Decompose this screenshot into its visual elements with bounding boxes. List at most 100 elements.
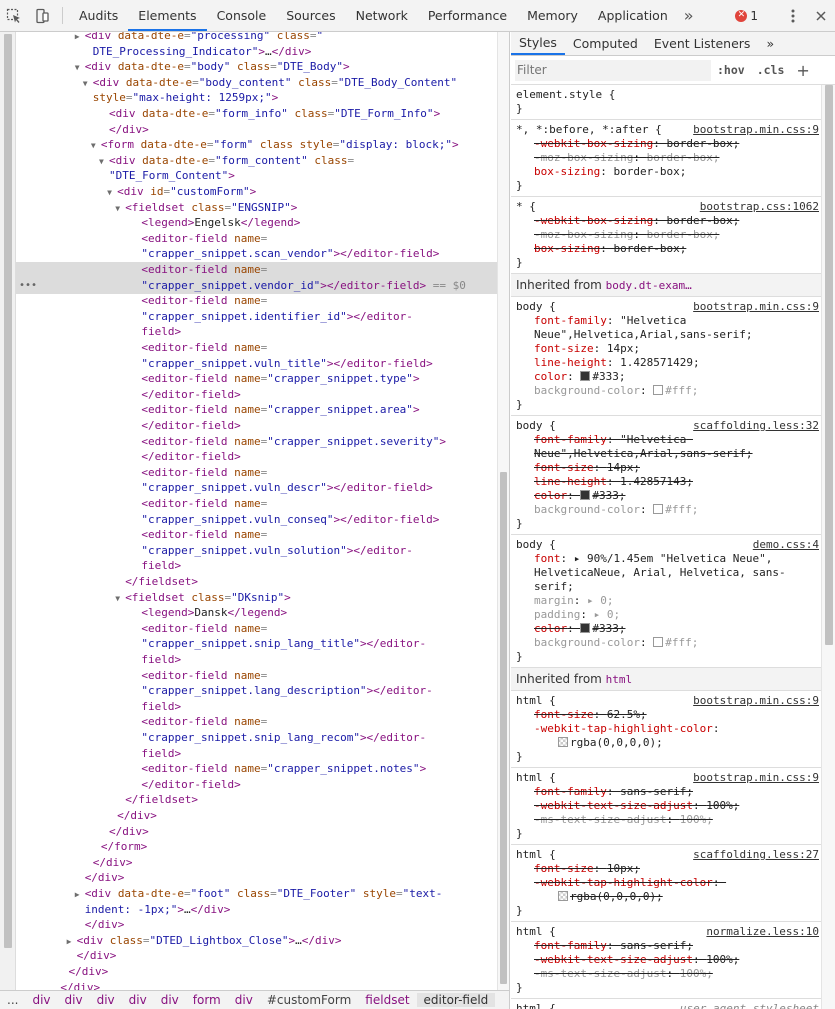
- collapse-triangle-icon[interactable]: ▼: [115, 591, 125, 606]
- rule-source-link[interactable]: bootstrap.min.css:9: [693, 123, 821, 137]
- css-declaration[interactable]: background-color: #fff;: [516, 384, 821, 398]
- dom-node-line[interactable]: "crapper_snippet.vuln_descr"></editor-fi…: [16, 480, 497, 496]
- color-swatch-icon[interactable]: [580, 371, 591, 381]
- rule-source-link[interactable]: normalize.less:10: [706, 925, 821, 939]
- css-declaration[interactable]: -webkit-box-sizing: border-box;: [516, 137, 821, 151]
- css-declaration[interactable]: -webkit-text-size-adjust: 100%;: [516, 799, 821, 813]
- dom-node-line[interactable]: ▼ <fieldset class="ENGSNIP">: [16, 200, 497, 216]
- style-rule[interactable]: body {bootstrap.min.css:9 font-family: "H…: [511, 297, 821, 416]
- color-swatch-icon[interactable]: [558, 737, 568, 747]
- collapse-triangle-icon[interactable]: ▼: [75, 60, 85, 75]
- dom-node-line[interactable]: ▼ <div data-dte-e="body" class="DTE_Body"…: [16, 59, 497, 75]
- dom-node-line[interactable]: field>: [16, 699, 497, 715]
- dom-node-line[interactable]: </div>: [16, 122, 497, 138]
- dom-node-line[interactable]: ▼ <div data-dte-e="body_content" class="D…: [16, 75, 497, 91]
- color-swatch-icon[interactable]: [558, 891, 568, 901]
- style-rule[interactable]: body {demo.css:4 font: ▸ 90%/1.45em "Helv…: [511, 535, 821, 668]
- dom-node-line[interactable]: "crapper_snippet.snip_lang_recom"></edit…: [16, 730, 497, 746]
- styles-scrollbar-thumb[interactable]: [825, 85, 833, 645]
- rule-source-link[interactable]: scaffolding.less:27: [693, 848, 821, 862]
- tab-application[interactable]: Application: [588, 0, 678, 31]
- rule-source-link[interactable]: demo.css:4: [753, 538, 821, 552]
- dom-node-line[interactable]: field>: [16, 652, 497, 668]
- dom-node-line[interactable]: <div data-dte-e="form_info" class="DTE_F…: [16, 106, 497, 122]
- expand-triangle-icon[interactable]: ▶: [75, 32, 85, 44]
- collapse-triangle-icon[interactable]: ▼: [91, 138, 101, 153]
- rule-source-link[interactable]: bootstrap.min.css:9: [693, 694, 821, 708]
- dom-node-line[interactable]: <editor-field name=: [16, 527, 497, 543]
- dom-node-line[interactable]: </fieldset>: [16, 792, 497, 808]
- dom-node-line[interactable]: </editor-field>: [16, 418, 497, 434]
- dom-node-line[interactable]: "crapper_snippet.scan_vendor"></editor-f…: [16, 246, 497, 262]
- dom-node-selected[interactable]: ••• "crapper_snippet.vendor_id"></editor-…: [16, 277, 497, 294]
- dom-node-line[interactable]: ▼ <div id="customForm">: [16, 184, 497, 200]
- css-declaration[interactable]: font-size: 62.5%;: [516, 708, 821, 722]
- css-declaration[interactable]: -webkit-tap-highlight-color: rgba(0,0,0,…: [516, 722, 821, 750]
- collapse-triangle-icon[interactable]: ▼: [115, 201, 125, 216]
- rule-source-link[interactable]: bootstrap.min.css:9: [693, 771, 821, 785]
- left-scrollbar-thumb[interactable]: [4, 34, 12, 948]
- dom-node-line[interactable]: </div>: [16, 855, 497, 871]
- breadcrumb-item[interactable]: div: [90, 993, 122, 1007]
- dom-node-line[interactable]: "crapper_snippet.identifier_id"></editor…: [16, 309, 497, 325]
- dom-node-line[interactable]: field>: [16, 558, 497, 574]
- dom-node-line[interactable]: </div>: [16, 870, 497, 886]
- sidebar-tab-event-listeners[interactable]: Event Listeners: [646, 32, 759, 55]
- css-declaration[interactable]: color: #333;: [516, 489, 821, 503]
- css-declaration[interactable]: font-size: 10px;: [516, 862, 821, 876]
- dom-node-line[interactable]: </editor-field>: [16, 449, 497, 465]
- css-declaration[interactable]: margin: ▸ 0;: [516, 594, 821, 608]
- breadcrumb-item[interactable]: div: [154, 993, 186, 1007]
- css-declaration[interactable]: -moz-box-sizing: border-box;: [516, 151, 821, 165]
- breadcrumb-item[interactable]: editor-field: [416, 993, 496, 1007]
- dom-node-line[interactable]: ▶ <div class="DTED_Lightbox_Close">…</div…: [16, 933, 497, 949]
- css-declaration[interactable]: font-size: 14px;: [516, 461, 821, 475]
- dom-node-line[interactable]: </fieldset>: [16, 574, 497, 590]
- css-declaration[interactable]: color: #333;: [516, 622, 821, 636]
- dom-node-line[interactable]: "DTE_Form_Content">: [16, 168, 497, 184]
- breadcrumb-item[interactable]: #customForm: [260, 993, 358, 1007]
- dom-node-line[interactable]: field>: [16, 324, 497, 340]
- inherited-selector[interactable]: body.dt-exam…: [606, 279, 692, 292]
- color-swatch-icon[interactable]: [653, 637, 664, 647]
- style-rule[interactable]: body {scaffolding.less:32 font-family: "H…: [511, 416, 821, 535]
- styles-filter-input[interactable]: [515, 59, 711, 81]
- dom-tree[interactable]: ▶ <div data-dte-e="processing" class=" DTE…: [16, 32, 497, 990]
- dom-tree-scrollbar[interactable]: [497, 32, 509, 990]
- css-declaration[interactable]: font-family: "Helvetica Neue",Helvetica,…: [516, 314, 821, 342]
- dom-node-line[interactable]: <editor-field name=: [16, 621, 497, 637]
- close-icon[interactable]: [807, 10, 835, 21]
- breadcrumb-item[interactable]: div: [228, 993, 260, 1007]
- css-declaration[interactable]: -moz-box-sizing: border-box;: [516, 228, 821, 242]
- dom-node-line[interactable]: <editor-field name=: [16, 340, 497, 356]
- more-tabs-chevron-icon[interactable]: »: [678, 0, 700, 31]
- dom-node-line[interactable]: </editor-field>: [16, 387, 497, 403]
- style-rule[interactable]: *, *:before, *:after {bootstrap.min.css:…: [511, 120, 821, 197]
- dom-node-line[interactable]: field>: [16, 746, 497, 762]
- dom-node-line[interactable]: </div>: [16, 824, 497, 840]
- styles-scrollbar[interactable]: [821, 85, 835, 1009]
- css-declaration[interactable]: -webkit-tap-highlight-color: rgba(0,0,0,…: [516, 876, 821, 904]
- more-sidebar-tabs-chevron-icon[interactable]: »: [758, 32, 782, 55]
- sidebar-tab-styles[interactable]: Styles: [511, 32, 565, 55]
- color-swatch-icon[interactable]: [653, 385, 664, 395]
- color-swatch-icon[interactable]: [580, 623, 591, 633]
- dom-node-line[interactable]: <editor-field name=: [16, 714, 497, 730]
- breadcrumb-item[interactable]: div: [25, 993, 57, 1007]
- dom-node-line[interactable]: "crapper_snippet.lang_description"></edi…: [16, 683, 497, 699]
- dom-node-line[interactable]: <editor-field name="crapper_snippet.area…: [16, 402, 497, 418]
- css-declaration[interactable]: line-height: 1.428571429;: [516, 356, 821, 370]
- inherited-selector[interactable]: html: [606, 673, 633, 686]
- tab-audits[interactable]: Audits: [69, 0, 128, 31]
- hover-state-toggle[interactable]: :hov: [711, 63, 751, 77]
- breadcrumb-item[interactable]: fieldset: [358, 993, 416, 1007]
- css-declaration[interactable]: line-height: 1.42857143;: [516, 475, 821, 489]
- expand-triangle-icon[interactable]: ▶: [75, 887, 85, 902]
- dom-node-line[interactable]: </form>: [16, 839, 497, 855]
- css-declaration[interactable]: font: ▸ 90%/1.45em "Helvetica Neue", Hel…: [516, 552, 821, 594]
- dom-node-line[interactable]: "crapper_snippet.vuln_conseq"></editor-f…: [16, 512, 497, 528]
- color-swatch-icon[interactable]: [653, 504, 664, 514]
- dom-node-line[interactable]: ▶ <div data-dte-e="processing" class=": [16, 32, 497, 44]
- style-rule[interactable]: html {scaffolding.less:27 font-size: 10px…: [511, 845, 821, 922]
- breadcrumb-item[interactable]: ...: [0, 993, 25, 1007]
